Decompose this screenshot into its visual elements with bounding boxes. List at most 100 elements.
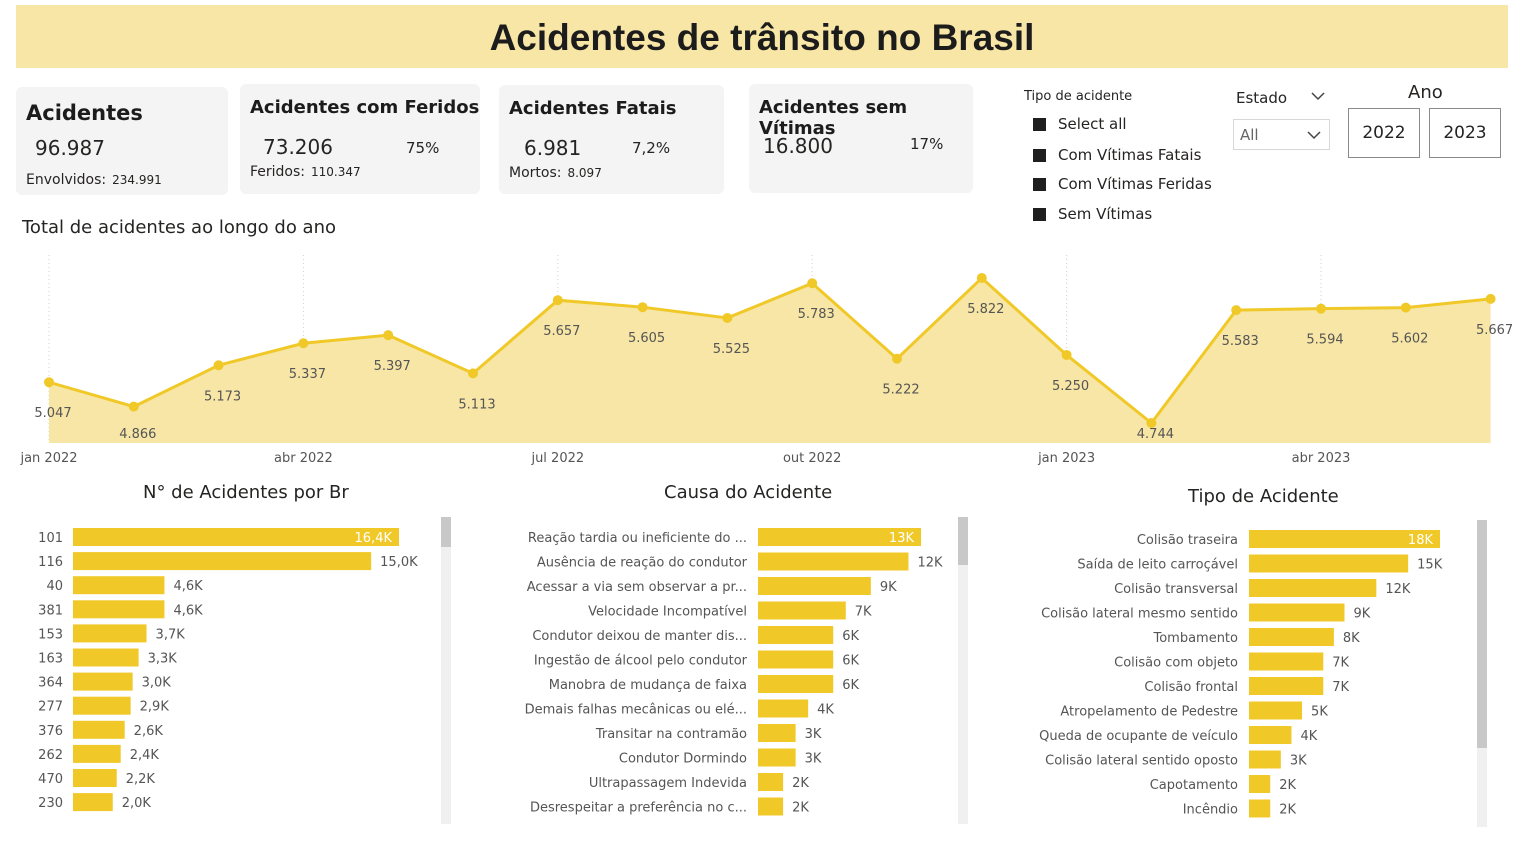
data-label: 5.594 [1306,333,1343,348]
tipo-chart-title: Tipo de Acidente [1188,486,1339,507]
data-label: 5.583 [1222,334,1259,349]
card-value: 96.987 [35,136,105,160]
value-label: 3K [1290,754,1307,769]
category-label: Colisão lateral sentido oposto [1045,754,1238,769]
category-label: Colisão traseira [1137,533,1238,548]
category-label: Atropelamento de Pedestre [1060,705,1238,720]
checkbox-box[interactable] [1033,148,1046,162]
value-label: 4,6K [173,579,203,594]
data-point [468,368,478,379]
data-label: 4.866 [119,427,156,442]
card-sub-value: 234.991 [112,173,162,187]
chevron-down-icon [1307,131,1321,140]
category-label: Saída de leito carroçável [1077,558,1238,573]
data-point [298,338,309,349]
year-button-2022[interactable]: 2022 [1348,108,1420,158]
value-label: 3K [805,752,822,767]
checkbox-sem-vitimas[interactable]: Sem Vítimas [1033,205,1152,223]
data-label: 5.337 [289,367,326,382]
value-label: 4,6K [173,603,203,618]
tipo-bar-chart: Colisão traseira 18K Saída de leito carroç… [1039,530,1443,818]
data-label: 5.397 [374,359,411,374]
category-label: Capotamento [1150,778,1238,793]
category-label: 364 [38,676,63,691]
category-label: 163 [38,652,63,667]
checkbox-vitimas-feridas[interactable]: Com Vítimas Feridas [1033,175,1212,193]
year-button-2023[interactable]: 2023 [1429,108,1501,158]
value-label: 12K [917,556,943,571]
checkbox-vitimas-fatais[interactable]: Com Vítimas Fatais [1033,146,1201,164]
tipo-scrollbar[interactable] [1477,520,1487,827]
chevron-down-icon[interactable] [1311,91,1325,101]
checkbox-label: Select all [1058,115,1127,133]
card-pct: 17% [910,135,944,153]
value-label: 9K [1354,607,1371,622]
tipo-scroll-thumb[interactable] [1477,520,1487,748]
bar [758,748,796,767]
bar [1249,750,1281,769]
card-sub: Envolvidos: 234.991 [26,172,162,188]
bar [758,601,846,620]
card-sub-value: 110.347 [311,165,361,179]
category-label: Condutor deixou de manter dis... [532,629,747,644]
x-tick-label: jan 2022 [19,451,77,466]
category-label: 153 [38,627,63,642]
data-point [213,360,224,371]
category-label: Demais falhas mecânicas ou elé... [525,703,747,718]
data-label: 5.113 [458,397,495,412]
category-label: Queda de ocupante de veículo [1039,729,1238,744]
value-label: 12K [1385,582,1411,597]
slicer-estado-title: Estado [1236,89,1288,107]
card-sem-vitimas[interactable]: Acidentes sem Vítimas 16.800 17% [749,84,973,193]
value-label: 2K [1279,778,1296,793]
data-label: 5.667 [1476,323,1513,338]
card-acidentes[interactable]: Acidentes 96.987 Envolvidos: 234.991 [16,87,228,195]
data-point [383,330,394,341]
data-label: 5.657 [543,324,580,339]
card-value: 6.981 [524,136,582,160]
causa-chart-title: Causa do Acidente [664,482,833,503]
value-label: 13K [889,531,915,546]
bar [73,648,139,667]
estado-dropdown[interactable]: All [1233,119,1330,150]
category-label: Condutor Dormindo [619,752,747,767]
checkbox-box[interactable] [1033,117,1046,131]
value-label: 4K [817,703,834,718]
x-tick-label: jul 2022 [530,451,584,466]
bar [73,696,131,715]
br-bar-chart: 101 16,4K 116 15,0K 40 4,6K 381 4,6K 153 3,7K 163 3… [38,528,418,812]
card-sub-label: Feridos: [250,164,306,180]
slicer-ano-title: Ano [1408,82,1443,103]
data-label: 5.222 [882,383,919,398]
bar [73,576,165,595]
bar [73,600,165,619]
causa-scroll-thumb[interactable] [958,517,968,565]
card-pct: 7,2% [632,139,671,157]
br-scrollbar[interactable] [441,517,451,824]
bar [1249,726,1292,744]
value-label: 3,0K [142,676,172,691]
data-point [976,273,987,283]
x-tick-label: jan 2023 [1037,451,1095,466]
br-scroll-thumb[interactable] [441,517,451,547]
checkbox-label: Sem Vítimas [1058,205,1153,223]
value-label: 3K [805,727,822,742]
causa-scrollbar[interactable] [958,517,968,824]
checkbox-select-all[interactable]: Select all [1033,115,1127,133]
value-label: 9K [880,580,897,595]
bar [1249,579,1377,597]
checkbox-box[interactable] [1033,177,1046,191]
value-label: 6K [842,654,859,669]
category-label: 40 [46,579,63,594]
bar [73,744,121,763]
card-fatais[interactable]: Acidentes Fatais 6.981 7,2% Mortos: 8.097 [499,85,724,194]
card-feridos[interactable]: Acidentes com Feridos 73.206 75% Feridos… [240,84,480,194]
category-label: Colisão com objeto [1114,656,1238,671]
category-label: Colisão lateral mesmo sentido [1041,607,1238,622]
checkbox-box[interactable] [1033,207,1046,221]
bar [758,797,784,816]
category-label: Velocidade Incompatível [588,605,747,620]
value-label: 8K [1343,631,1360,646]
category-label: 376 [38,724,63,739]
checkbox-label: Com Vítimas Fatais [1058,146,1202,164]
